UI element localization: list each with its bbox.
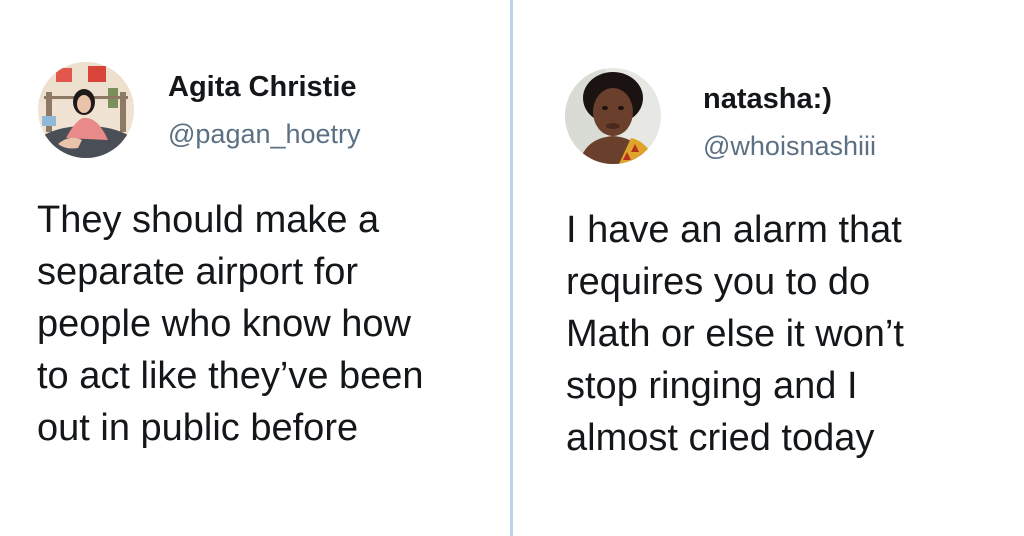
- tweet-text: I have an alarm that requires you to do …: [566, 204, 1011, 464]
- tweet-card-agita: Agita Christie @pagan_hoetry They should…: [0, 0, 510, 536]
- display-name[interactable]: Agita Christie: [168, 70, 357, 104]
- tweet-text-line: almost cried today: [566, 417, 875, 459]
- display-name[interactable]: natasha:): [703, 82, 832, 116]
- tweet-text-line: stop ringing and I: [566, 365, 858, 407]
- tweet-text-line: requires you to do: [566, 261, 871, 303]
- tweet-text-line: I have an alarm that: [566, 209, 902, 251]
- profile-photo-icon: [38, 62, 134, 158]
- tweet-text-line: separate airport for: [37, 251, 359, 293]
- profile-photo-icon: [565, 68, 661, 164]
- user-handle[interactable]: @whoisnashiii: [703, 130, 876, 162]
- tweet-text-line: people who know how: [37, 303, 411, 345]
- tweet-text-line: out in public before: [37, 407, 359, 449]
- user-handle[interactable]: @pagan_hoetry: [168, 118, 361, 150]
- tweet-text-line: to act like they’ve been: [37, 355, 424, 397]
- tweet-text: They should make a separate airport for …: [37, 194, 497, 454]
- tweet-card-natasha: natasha:) @whoisnashiii I have an alarm …: [513, 0, 1024, 536]
- avatar[interactable]: [565, 68, 661, 164]
- avatar[interactable]: [38, 62, 134, 158]
- tweet-text-line: They should make a: [37, 199, 380, 241]
- tweet-text-line: Math or else it won’t: [566, 313, 904, 355]
- tweet-comparison-image: Agita Christie @pagan_hoetry They should…: [0, 0, 1024, 536]
